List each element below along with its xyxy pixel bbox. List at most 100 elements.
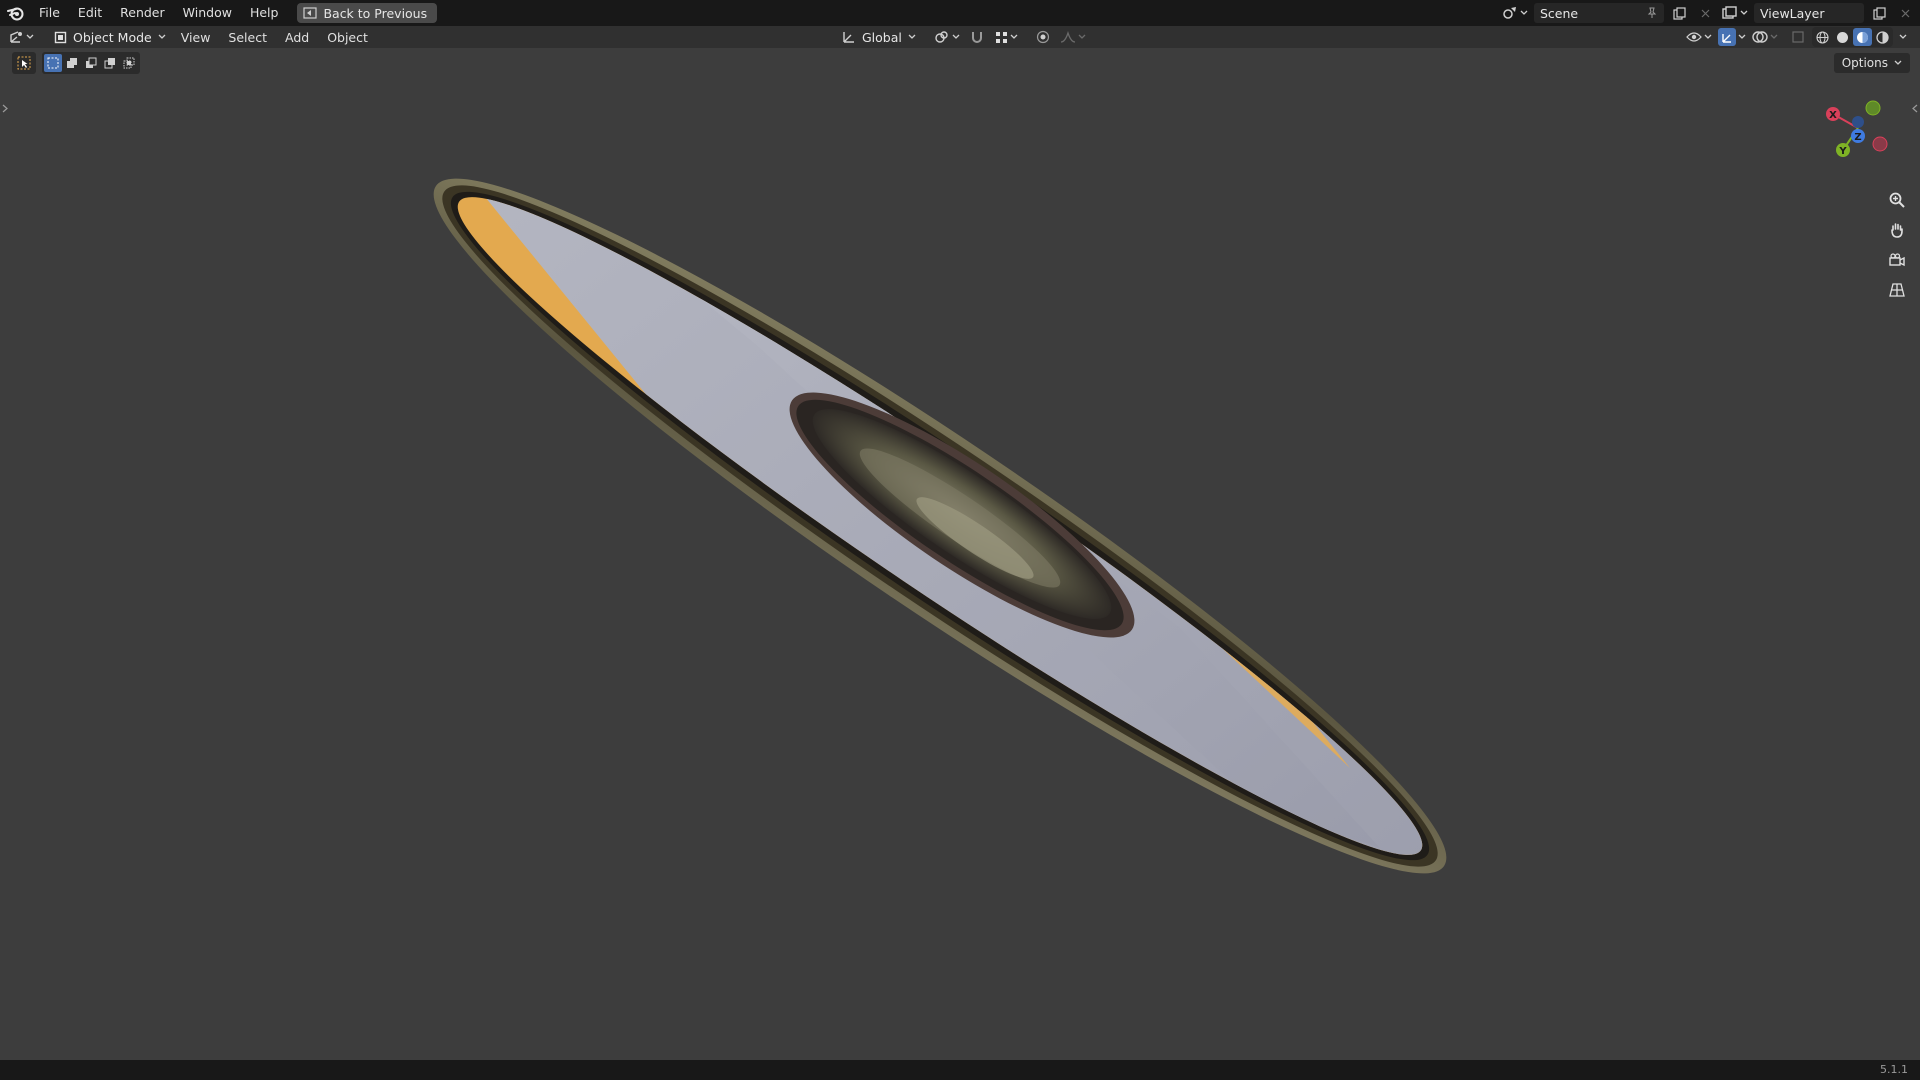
object-mode-label: Object Mode xyxy=(73,29,152,45)
select-tool-button[interactable] xyxy=(12,52,36,74)
chevron-down-icon xyxy=(1740,10,1748,15)
select-subtract-button[interactable] xyxy=(82,54,100,72)
toolbar-expand-arrow[interactable] xyxy=(0,98,10,118)
pivot-point-dropdown[interactable] xyxy=(932,27,962,47)
shading-material-button[interactable] xyxy=(1853,28,1872,46)
back-to-previous-label: Back to Previous xyxy=(323,5,428,21)
chevron-down-icon xyxy=(952,34,960,39)
zoom-icon xyxy=(1889,192,1905,208)
hand-icon xyxy=(1891,223,1903,238)
xray-toggle[interactable] xyxy=(1787,27,1809,47)
sidebar-expand-arrow[interactable] xyxy=(1910,98,1920,118)
chevron-down-icon xyxy=(1520,10,1528,15)
delete-viewlayer-button[interactable] xyxy=(1894,3,1916,23)
falloff-dropdown[interactable] xyxy=(1058,27,1088,47)
menu-add[interactable]: Add xyxy=(276,30,318,45)
camera-view-button[interactable] xyxy=(1883,246,1911,274)
grid-perspective-icon xyxy=(1889,283,1905,297)
select-subtract-icon xyxy=(86,57,97,68)
new-viewlayer-button[interactable] xyxy=(1868,3,1890,23)
pan-button[interactable] xyxy=(1883,216,1911,244)
viewlayer-name-field[interactable]: ViewLayer xyxy=(1754,3,1864,23)
close-icon xyxy=(1901,9,1909,17)
copy-icon xyxy=(1672,6,1686,20)
disc-object[interactable] xyxy=(200,48,1700,1060)
gizmo-neg-z-ball[interactable] xyxy=(1852,116,1864,128)
snap-toggle[interactable] xyxy=(966,27,988,47)
new-scene-button[interactable] xyxy=(1668,3,1690,23)
scene-icon xyxy=(1503,7,1516,19)
viewlayer-icon xyxy=(1722,6,1737,19)
gizmo-toggle[interactable] xyxy=(1717,27,1747,47)
pin-icon[interactable] xyxy=(1646,7,1658,19)
delete-scene-button[interactable] xyxy=(1694,3,1716,23)
scene-browse-dropdown[interactable] xyxy=(1500,3,1530,23)
viewlayer-browse-dropdown[interactable] xyxy=(1720,3,1750,23)
select-new-icon xyxy=(47,57,59,69)
chevron-down-icon xyxy=(26,34,34,39)
top-bar: File Edit Render Window Help Back to Pre… xyxy=(0,0,1920,26)
snap-target-dropdown[interactable] xyxy=(992,27,1022,47)
gizmo-z-label: Z xyxy=(1854,132,1861,143)
select-new-button[interactable] xyxy=(44,54,62,72)
select-extend-button[interactable] xyxy=(63,54,81,72)
chevron-down-icon xyxy=(158,34,166,39)
menu-render[interactable]: Render xyxy=(111,0,174,26)
shading-solid-button[interactable] xyxy=(1833,28,1852,46)
3d-viewport[interactable]: Options X Z Y xyxy=(0,48,1920,1060)
orientation-icon xyxy=(843,32,854,43)
transform-orientation-label: Global xyxy=(862,29,902,45)
gizmo-neg-x-ball[interactable] xyxy=(1872,136,1888,152)
transform-orientation-dropdown[interactable]: Global xyxy=(838,30,920,45)
overlays-toggle[interactable] xyxy=(1750,27,1780,47)
chevron-down-icon xyxy=(1899,34,1907,39)
3d-viewport-icon xyxy=(10,31,22,43)
menu-window[interactable]: Window xyxy=(174,0,241,26)
chevron-down-icon xyxy=(1704,34,1712,39)
blender-logo-icon[interactable] xyxy=(2,0,30,26)
blender-window: File Edit Render Window Help Back to Pre… xyxy=(0,0,1920,1080)
camera-icon xyxy=(1889,253,1905,267)
solid-sphere-icon xyxy=(1837,31,1848,43)
zoom-button[interactable] xyxy=(1883,186,1911,214)
viewport-header: Object Mode View Select Add Object Globa… xyxy=(0,26,1920,48)
proportional-editing-toggle[interactable] xyxy=(1032,27,1054,47)
menu-help[interactable]: Help xyxy=(241,0,288,26)
select-intersect-button[interactable] xyxy=(120,54,138,72)
select-extend-icon xyxy=(67,58,77,68)
editor-type-dropdown[interactable] xyxy=(8,27,44,47)
wireframe-sphere-icon xyxy=(1816,30,1829,44)
menu-edit[interactable]: Edit xyxy=(69,0,111,26)
shading-wireframe-button[interactable] xyxy=(1813,28,1832,46)
menu-object[interactable]: Object xyxy=(318,30,377,45)
back-to-previous-button[interactable]: Back to Previous xyxy=(297,3,438,23)
scene-name-field[interactable]: Scene xyxy=(1534,3,1664,23)
object-mode-icon xyxy=(54,31,67,43)
center-tools: Global xyxy=(838,26,1088,48)
gizmo-neg-y-ball[interactable] xyxy=(1865,100,1881,116)
back-icon xyxy=(303,7,318,19)
shading-options-dropdown[interactable] xyxy=(1896,27,1910,47)
gizmo-icon xyxy=(1718,28,1736,46)
chevron-left-icon xyxy=(1912,104,1918,112)
perspective-toggle-button[interactable] xyxy=(1883,276,1911,304)
options-dropdown[interactable]: Options xyxy=(1833,53,1910,73)
menu-view[interactable]: View xyxy=(172,30,220,45)
navigation-gizmo[interactable]: X Z Y xyxy=(1818,88,1898,168)
chevron-down-icon xyxy=(1894,60,1902,65)
scene-name: Scene xyxy=(1540,5,1579,21)
chevron-down-icon xyxy=(1738,34,1746,39)
menu-select[interactable]: Select xyxy=(219,30,276,45)
menu-file[interactable]: File xyxy=(30,0,69,26)
viewlayer-name: ViewLayer xyxy=(1760,5,1825,21)
status-bar: 5.1.1 xyxy=(0,1060,1920,1080)
visibility-dropdown[interactable] xyxy=(1684,27,1714,47)
snap-grid-icon xyxy=(996,31,1008,43)
select-difference-button[interactable] xyxy=(101,54,119,72)
shading-mode-group xyxy=(1812,27,1893,47)
shading-rendered-button[interactable] xyxy=(1873,28,1892,46)
object-mode-dropdown[interactable]: Object Mode xyxy=(48,27,172,47)
falloff-curve-icon xyxy=(1060,31,1075,43)
chevron-down-icon xyxy=(908,34,916,39)
select-intersect-icon xyxy=(123,57,135,69)
